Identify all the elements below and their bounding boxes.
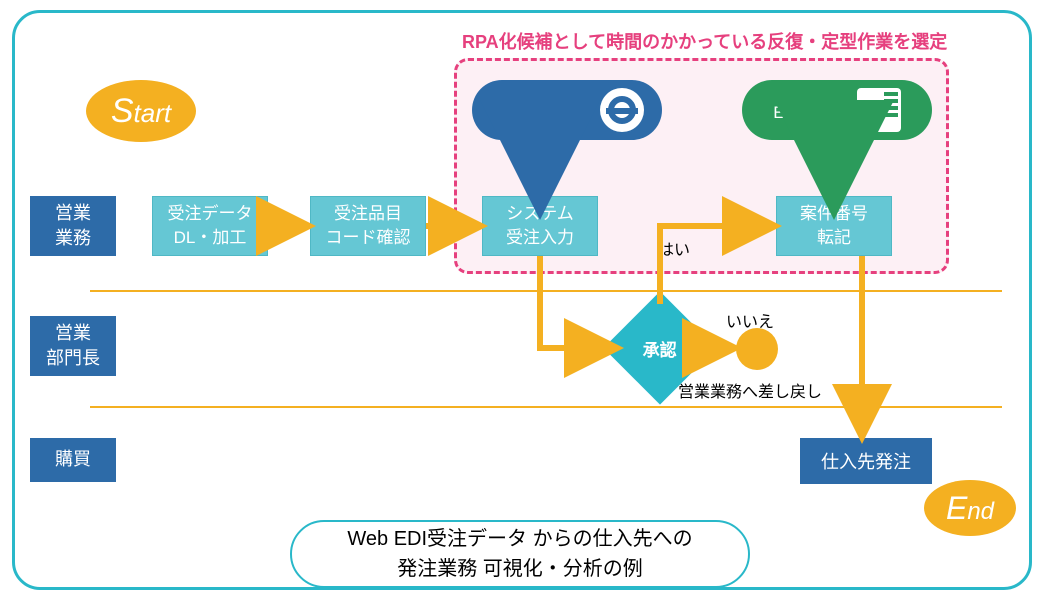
start-node: Start: [86, 80, 196, 142]
browser-operation-label: ブラウザ操作: [490, 98, 592, 123]
lane-divider-1: [90, 290, 1002, 292]
excel-icon: X: [857, 88, 901, 132]
diagram-canvas: RPA化候補として時間のかかっている反復・定型作業を選定 Start 営業 業務…: [0, 0, 1046, 604]
process-item-code-check: 受注品目 コード確認: [310, 196, 426, 256]
process-order-download: 受注データ DL・加工: [152, 196, 268, 256]
browser-operation-pill: ブラウザ操作: [472, 80, 662, 140]
lane-divider-2: [90, 406, 1002, 408]
excel-operation-label: Excel操作: [773, 98, 849, 123]
excel-operation-pill: Excel操作 X: [742, 80, 932, 140]
caption-line-1: Web EDI受注データ からの仕入先への: [347, 524, 692, 554]
diagram-caption: Web EDI受注データ からの仕入先への 発注業務 可視化・分析の例: [290, 520, 750, 588]
reject-note: 営業業務へ差し戻し: [678, 378, 822, 402]
lane-sales-manager: 営業 部門長: [30, 316, 116, 376]
rpa-candidate-title: RPA化候補として時間のかかっている反復・定型作業を選定: [462, 28, 1022, 54]
reject-terminator: [736, 328, 778, 370]
decision-no-label: いいえ: [726, 308, 774, 332]
lane-sales-ops: 営業 業務: [30, 196, 116, 256]
decision-yes-label: はい: [658, 236, 690, 260]
process-case-number-copy: 案件番号 転記: [776, 196, 892, 256]
lane-purchasing: 購買: [30, 438, 116, 482]
process-system-order-entry: システム 受注入力: [482, 196, 598, 256]
ie-icon: [600, 88, 644, 132]
caption-line-2: 発注業務 可視化・分析の例: [397, 554, 643, 584]
end-node: End: [924, 480, 1016, 536]
process-supplier-order: 仕入先発注: [800, 438, 932, 484]
